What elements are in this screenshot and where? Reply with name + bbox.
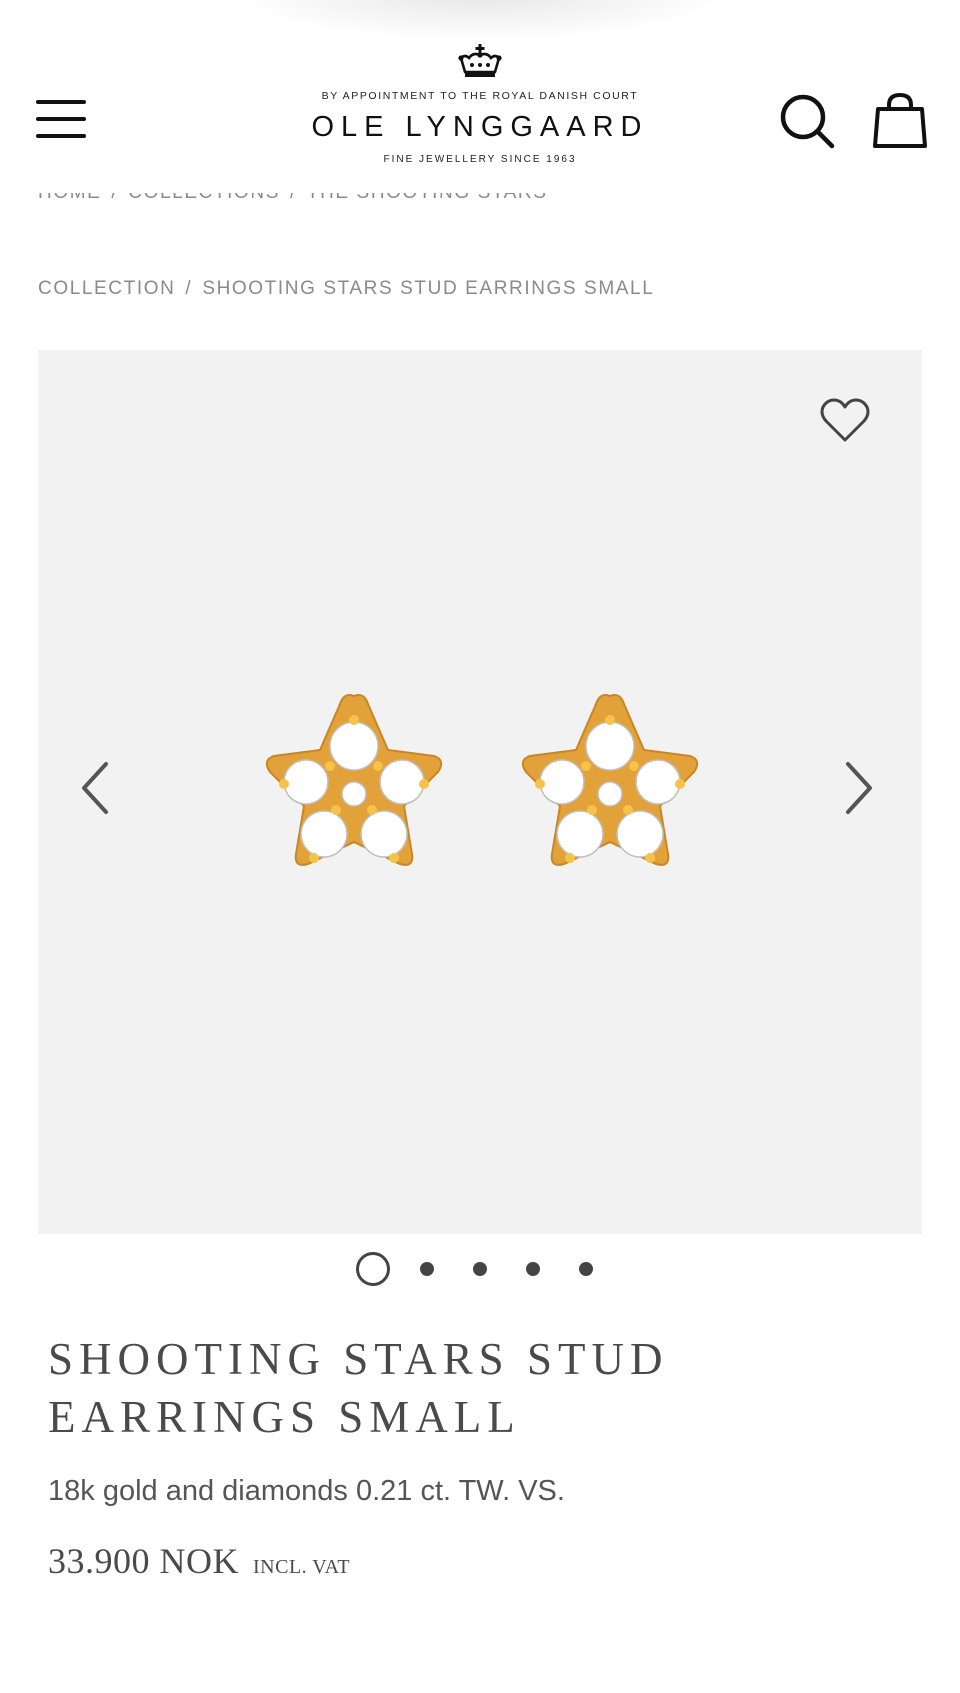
breadcrumb-collection-part-2[interactable]: COLLECTION xyxy=(38,278,175,299)
product-title: SHOOTING STARS STUD EARRINGS SMALL xyxy=(48,1334,669,1442)
gallery-dot-4[interactable] xyxy=(526,1262,540,1276)
brand-logo[interactable]: BY APPOINTMENT TO THE ROYAL DANISH COURT… xyxy=(230,44,730,194)
brand-tagline: FINE JEWELLERY SINCE 1963 xyxy=(383,154,577,165)
breadcrumb-separator: / xyxy=(290,193,297,203)
breadcrumb-line-1: HOME / COLLECTIONS / THE SHOOTING STARS xyxy=(38,193,548,223)
breadcrumb-collections[interactable]: COLLECTIONS xyxy=(128,193,280,203)
cart-button[interactable] xyxy=(872,92,928,150)
crown-icon xyxy=(458,44,502,77)
price-row: 33.900 NOK INCL. VAT xyxy=(48,1540,350,1582)
heart-icon xyxy=(820,398,870,442)
gallery-dot-1[interactable] xyxy=(356,1252,390,1286)
breadcrumb-separator: / xyxy=(111,193,118,203)
next-image-button[interactable] xyxy=(844,760,874,816)
product-image-gallery[interactable] xyxy=(38,350,922,1234)
earring-image-left xyxy=(254,686,454,886)
vat-note: INCL. VAT xyxy=(253,1556,351,1578)
brand-name: OLE LYNGGAARD xyxy=(311,111,649,143)
gallery-dot-2[interactable] xyxy=(420,1262,434,1276)
breadcrumb-line-2: COLLECTION / SHOOTING STARS STUD EARRINGS … xyxy=(38,276,654,302)
wishlist-button[interactable] xyxy=(820,398,870,444)
hamburger-menu-icon-line xyxy=(36,100,86,104)
hamburger-menu-icon-line xyxy=(36,117,86,121)
breadcrumb-current: SHOOTING STARS STUD EARRINGS SMALL xyxy=(202,278,655,299)
chevron-right-icon xyxy=(846,762,872,814)
chevron-left-icon xyxy=(82,762,108,814)
product-description: 18k gold and diamonds 0.21 ct. TW. VS. xyxy=(48,1475,565,1507)
previous-image-button[interactable] xyxy=(80,760,110,816)
earring-image-right xyxy=(510,686,710,886)
royal-appointment-text: BY APPOINTMENT TO THE ROYAL DANISH COURT xyxy=(321,90,639,102)
shopping-bag-icon xyxy=(873,92,927,148)
hamburger-menu-icon-line xyxy=(36,134,86,138)
site-header: BY APPOINTMENT TO THE ROYAL DANISH COURT… xyxy=(0,0,960,220)
breadcrumb-collection-part-1[interactable]: THE SHOOTING STARS xyxy=(307,193,548,203)
product-price: 33.900 NOK xyxy=(48,1541,239,1581)
gallery-pagination xyxy=(356,1252,596,1288)
gallery-dot-3[interactable] xyxy=(473,1262,487,1276)
search-button[interactable] xyxy=(778,92,836,150)
gallery-dot-5[interactable] xyxy=(579,1262,593,1276)
breadcrumb-separator: / xyxy=(185,278,193,299)
search-icon xyxy=(780,94,835,149)
breadcrumb-home[interactable]: HOME xyxy=(38,193,101,203)
menu-button[interactable] xyxy=(36,98,86,142)
